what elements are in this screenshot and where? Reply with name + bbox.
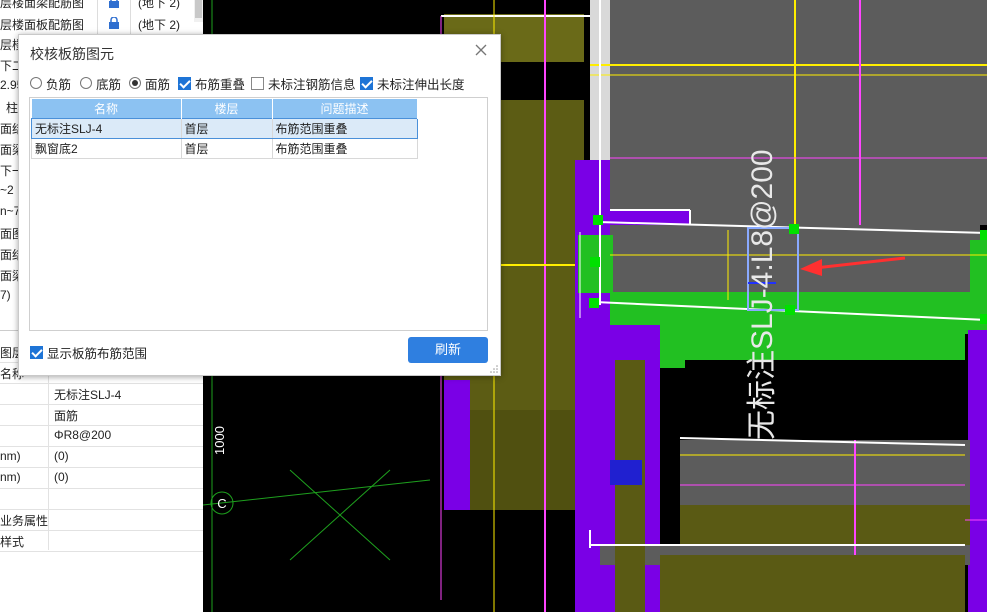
check-slab-rebar-dialog: 校核板筋图元 负筋 底筋 面筋 布筋重叠 未标注钢筋信息 未标注伸出长度 名称 … (18, 34, 501, 376)
property-row[interactable]: 面筋 (0, 404, 203, 426)
property-row[interactable]: nm) (0) (0, 467, 203, 489)
column-header[interactable]: 楼层 (181, 99, 273, 119)
row-floor: (地下 2) (138, 0, 181, 10)
checkbox-rebar-overlap[interactable]: 布筋重叠 (178, 75, 246, 92)
property-key: nm) (0, 449, 21, 463)
radio-icon[interactable] (129, 77, 141, 89)
property-key: 样式 (0, 535, 25, 549)
option-label: 布筋重叠 (195, 77, 246, 92)
cell-description[interactable]: 布筋范围重叠 (271, 138, 418, 159)
option-label: 面筋 (145, 77, 171, 92)
checkbox-icon[interactable] (251, 76, 264, 90)
radio-icon[interactable] (80, 77, 92, 89)
resize-grip-icon[interactable] (490, 365, 498, 373)
option-label: 未标注钢筋信息 (268, 77, 356, 92)
radio-negative-rebar[interactable]: 负筋 (30, 75, 72, 92)
row-name: 层楼面梁配筋图 (0, 0, 85, 10)
property-value: (0) (54, 470, 69, 484)
checkbox-icon[interactable] (30, 346, 43, 359)
property-row[interactable] (0, 488, 203, 510)
lock-icon[interactable] (108, 17, 120, 29)
cell-name[interactable]: 无标注SLJ-4 (31, 118, 182, 139)
close-icon[interactable] (474, 43, 488, 57)
cell-floor[interactable]: 首层 (180, 118, 273, 139)
table-row[interactable]: 无标注SLJ-4 首层 布筋范围重叠 (31, 118, 418, 139)
results-grid: 名称 楼层 问题描述 无标注SLJ-4 首层 布筋范围重叠 飘窗底2 首层 布筋… (31, 99, 418, 159)
table-row[interactable]: 飘窗底2 首层 布筋范围重叠 (31, 138, 418, 159)
checkbox-icon[interactable] (360, 76, 373, 90)
option-label: 负筋 (46, 77, 72, 92)
dialog-title: 校核板筋图元 (30, 46, 114, 62)
property-value: 面筋 (54, 409, 79, 423)
column-header[interactable]: 名称 (31, 99, 182, 119)
cell-description[interactable]: 布筋范围重叠 (271, 118, 418, 139)
property-value: (0) (54, 449, 69, 463)
property-row[interactable]: 业务属性 (0, 509, 203, 531)
property-key: nm) (0, 470, 21, 484)
slab-rebar-label: 无标注SLJ-4:L8@200 (746, 149, 779, 440)
radio-icon[interactable] (30, 77, 42, 89)
checkbox-label: 显示板筋布筋范围 (47, 347, 148, 361)
axis-label: C (217, 496, 226, 511)
checkbox-unlabeled-extension[interactable]: 未标注伸出长度 (360, 75, 465, 92)
property-value: ΦR8@200 (54, 428, 112, 442)
refresh-button[interactable]: 刷新 (408, 337, 488, 363)
property-row[interactable]: 样式 (0, 530, 203, 552)
option-label: 底筋 (96, 77, 122, 92)
drawing-list-row[interactable]: 层楼面板配筋图 (地下 2) (0, 14, 203, 35)
property-row[interactable]: 无标注SLJ-4 (0, 383, 203, 405)
slab-region (590, 0, 987, 225)
scrollbar[interactable] (194, 0, 203, 22)
property-value: 无标注SLJ-4 (54, 388, 122, 402)
radio-bottom-rebar[interactable]: 底筋 (80, 75, 122, 92)
column-header[interactable]: 问题描述 (272, 99, 418, 119)
list-item[interactable]: 7) (0, 288, 11, 302)
property-row[interactable]: ΦR8@200 (0, 425, 203, 447)
checkbox-unlabeled-rebar-info[interactable]: 未标注钢筋信息 (251, 75, 356, 92)
lock-icon[interactable] (108, 0, 120, 8)
cell-name[interactable]: 飘窗底2 (31, 138, 182, 159)
table-header-row: 名称 楼层 问题描述 (31, 99, 418, 119)
show-rebar-range-checkbox[interactable]: 显示板筋布筋范围 (30, 343, 147, 362)
property-key: 业务属性 (0, 514, 49, 528)
checkbox-icon[interactable] (178, 76, 191, 90)
radio-top-rebar[interactable]: 面筋 (129, 75, 171, 92)
list-item[interactable]: 柱 (6, 99, 18, 116)
results-table: 名称 楼层 问题描述 无标注SLJ-4 首层 布筋范围重叠 飘窗底2 首层 布筋… (29, 97, 488, 331)
property-row[interactable]: nm) (0) (0, 446, 203, 468)
row-floor: (地下 2) (138, 18, 181, 32)
cell-floor[interactable]: 首层 (180, 138, 273, 159)
row-name: 层楼面板配筋图 (0, 18, 85, 32)
list-item[interactable]: ~2 (0, 183, 14, 197)
option-label: 未标注伸出长度 (377, 77, 465, 92)
dimension-label: 1000 (212, 426, 227, 455)
